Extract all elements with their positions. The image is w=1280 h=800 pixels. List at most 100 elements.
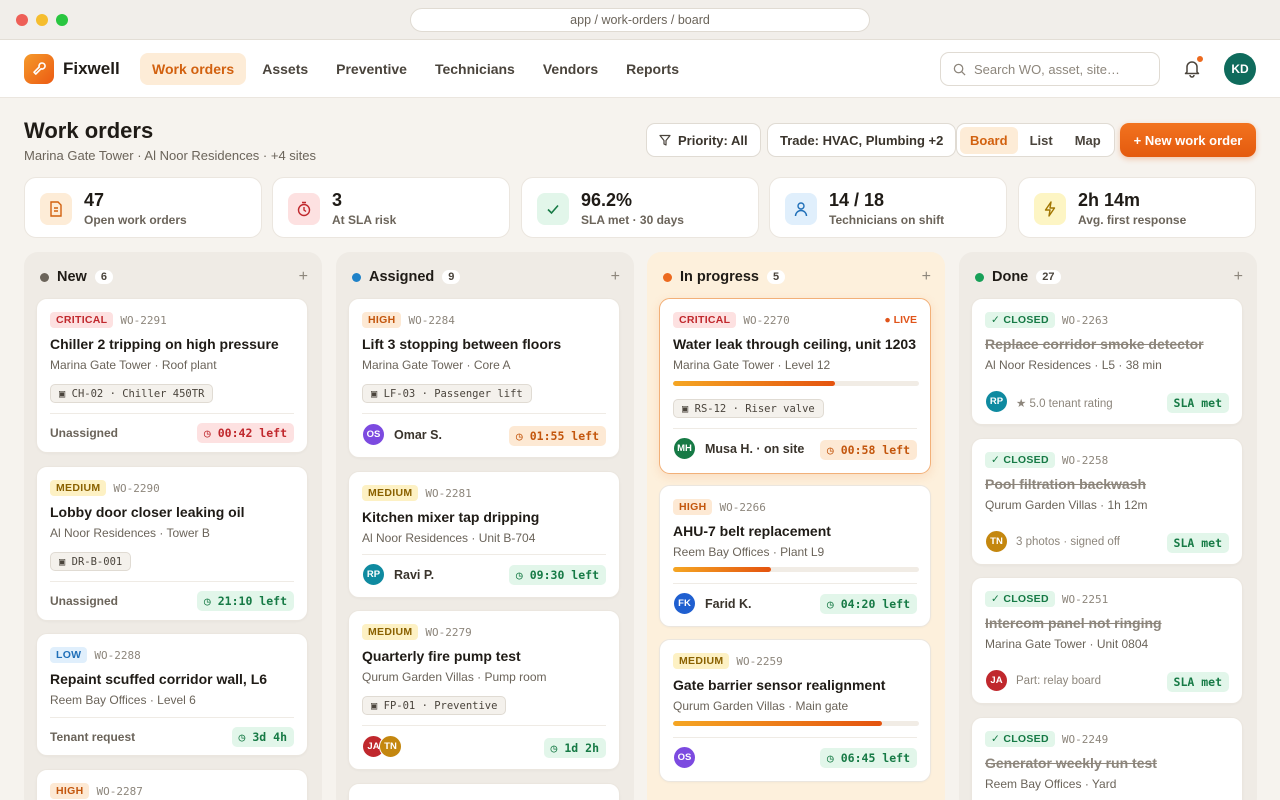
add-card-button[interactable]: + — [611, 268, 620, 286]
stat-label: At SLA risk — [332, 213, 397, 227]
search-input[interactable] — [974, 61, 1144, 77]
close-window-button[interactable] — [16, 14, 28, 26]
work-order-card[interactable]: CRITICAL WO-2270 ● LIVE Water leak throug… — [659, 298, 931, 474]
sla-timer: ◷ 21:10 left — [196, 591, 294, 611]
add-card-button[interactable]: + — [922, 268, 931, 286]
work-order-card[interactable]: MEDIUM WO-2259 Gate barrier sensor realig… — [659, 639, 931, 782]
work-order-card[interactable]: ✓ CLOSED WO-2258 Pool filtration backwash… — [971, 438, 1243, 565]
address-bar[interactable]: app / work-orders / board — [410, 8, 870, 32]
priority-filter-button[interactable]: Priority: All — [646, 123, 761, 157]
user-avatar[interactable]: KD — [1224, 53, 1256, 85]
work-order-id: WO-2290 — [113, 481, 160, 495]
work-order-card[interactable]: ✓ CLOSED WO-2251 Intercom panel not ringi… — [971, 577, 1243, 704]
search-box[interactable] — [940, 52, 1160, 86]
avatar[interactable]: JA — [985, 669, 1008, 692]
person-icon — [785, 193, 817, 225]
work-order-id: WO-2288 — [94, 648, 141, 662]
add-card-button[interactable]: + — [1234, 268, 1243, 286]
status-dot — [663, 272, 672, 282]
maximize-window-button[interactable] — [56, 14, 68, 26]
avatar[interactable]: FK — [673, 592, 696, 615]
nav-reports[interactable]: Reports — [614, 53, 691, 85]
trade-filter-button[interactable]: Trade: HVAC, Plumbing +2 — [767, 123, 957, 157]
lightning-icon — [1034, 193, 1066, 225]
avatar[interactable]: OS — [673, 746, 696, 769]
card-meta: 3 photos · signed off — [1016, 536, 1120, 548]
nav-assets[interactable]: Assets — [250, 53, 320, 85]
divider — [673, 583, 917, 584]
view-list-tab[interactable]: List — [1020, 127, 1063, 154]
stat-sla-met: 96.2% SLA met · 30 days — [521, 177, 759, 238]
avatar[interactable]: RP — [985, 390, 1008, 413]
brand-name: Fixwell — [63, 59, 120, 78]
sla-status: SLA met — [1166, 672, 1229, 692]
avatar[interactable]: MH — [673, 437, 696, 460]
sla-timer: ◷ 3d 4h — [231, 727, 294, 747]
asset-chip[interactable]: ▣ LF-03 · Passenger lift — [362, 384, 532, 403]
nav-technicians[interactable]: Technicians — [423, 53, 527, 85]
card-location: Reem Bay Offices · Yard — [985, 777, 1117, 791]
notifications-bell-icon[interactable] — [1182, 55, 1204, 80]
avatar[interactable]: OS — [362, 423, 385, 446]
view-map-tab[interactable]: Map — [1065, 127, 1111, 154]
stat-value: 14 / 18 — [829, 190, 885, 210]
priority-badge: HIGH — [50, 783, 90, 799]
progress-bar — [673, 721, 919, 726]
card-title: Water leak through ceiling, unit 1203 — [673, 336, 916, 352]
status-dot — [352, 272, 361, 282]
sla-timer: ◷ 1d 2h — [543, 738, 606, 758]
work-order-card[interactable]: MEDIUM WO-2281 Kitchen mixer tap dripping… — [348, 471, 620, 598]
divider — [362, 554, 606, 555]
priority-badge: CRITICAL — [50, 312, 114, 328]
sla-status: SLA met — [1166, 393, 1229, 413]
nav-vendors[interactable]: Vendors — [531, 53, 610, 85]
card-location: Qurum Garden Villas · Main gate — [673, 699, 849, 713]
avatar[interactable]: TN — [379, 735, 402, 758]
avatar[interactable]: TN — [985, 530, 1008, 553]
card-title: Quarterly fire pump test — [362, 648, 521, 664]
work-order-card[interactable]: HIGH WO-2284 Lift 3 stopping between floo… — [348, 298, 620, 458]
priority-badge: MEDIUM — [50, 480, 107, 496]
wrench-logo-icon[interactable] — [24, 54, 54, 84]
app-header: Fixwell Work orders Assets Preventive Te… — [0, 40, 1280, 98]
work-order-card[interactable]: LOW WO-2288 Repaint scuffed corridor wall… — [36, 633, 308, 756]
card-title: Chiller 2 tripping on high pressure — [50, 336, 279, 352]
asset-chip[interactable]: ▣ DR-B-001 — [50, 552, 132, 571]
assignee-name: Omar S. — [394, 428, 442, 442]
work-order-card[interactable]: MEDIUM WO-2290 Lobby door closer leaking … — [36, 466, 308, 621]
work-order-card[interactable]: HIGH WO-2266 AHU-7 belt replacement Reem … — [659, 485, 931, 627]
stat-sla-risk: 3 At SLA risk — [272, 177, 510, 238]
divider — [673, 428, 917, 429]
card-location: Marina Gate Tower · Level 12 — [673, 358, 831, 372]
work-order-card[interactable]: ✓ CLOSED WO-2263 Replace corridor smoke d… — [971, 298, 1243, 425]
asset-chip[interactable]: ▣ FP-01 · Preventive — [362, 696, 507, 715]
minimize-window-button[interactable] — [36, 14, 48, 26]
sla-timer: ◷ 09:30 left — [508, 565, 606, 585]
priority-badge: HIGH — [673, 499, 713, 515]
nav-work-orders[interactable]: Work orders — [140, 53, 247, 85]
card-title: Kitchen mixer tap dripping — [362, 509, 540, 525]
sla-timer: ◷ 06:45 left — [819, 748, 917, 768]
work-order-card[interactable] — [348, 783, 620, 800]
work-order-id: WO-2284 — [408, 313, 455, 327]
work-order-card[interactable]: MEDIUM WO-2279 Quarterly fire pump test Q… — [348, 610, 620, 770]
view-board-tab[interactable]: Board — [960, 126, 1018, 154]
nav-preventive[interactable]: Preventive — [324, 53, 419, 85]
stat-label: Technicians on shift — [829, 213, 945, 227]
work-order-card[interactable]: ✓ CLOSED WO-2249 Generator weekly run tes… — [971, 717, 1243, 800]
stat-label: Avg. first response — [1078, 213, 1187, 227]
work-order-id: WO-2281 — [425, 486, 472, 500]
asset-chip[interactable]: ▣ RS-12 · Riser valve — [673, 399, 824, 418]
card-title: Repaint scuffed corridor wall, L6 — [50, 671, 268, 687]
avatar[interactable]: RP — [362, 563, 385, 586]
stat-label: SLA met · 30 days — [581, 213, 684, 227]
work-order-id: WO-2263 — [1061, 313, 1109, 327]
column-header: In progress 5 — [663, 269, 786, 285]
status-badge: ✓ CLOSED — [985, 452, 1055, 468]
asset-chip[interactable]: ▣ CH-02 · Chiller 450TR — [50, 384, 214, 403]
work-order-card[interactable]: HIGH WO-2287 — [36, 769, 308, 800]
new-work-order-button[interactable]: + New work order — [1120, 123, 1256, 157]
add-card-button[interactable]: + — [299, 268, 308, 286]
work-order-card[interactable]: CRITICAL WO-2291 Chiller 2 tripping on hi… — [36, 298, 308, 453]
status-badge: ✓ CLOSED — [985, 591, 1055, 607]
